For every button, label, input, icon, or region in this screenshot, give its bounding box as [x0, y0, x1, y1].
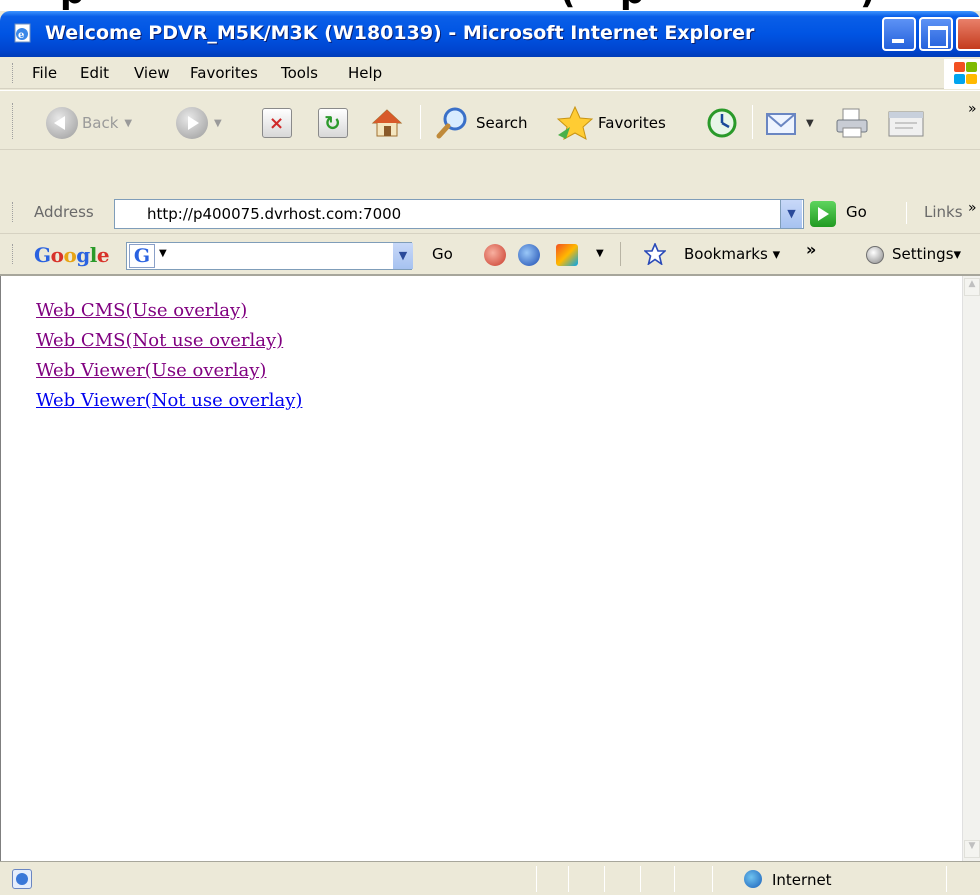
mail-button[interactable]: ▼ — [764, 103, 814, 143]
toolbar-separator — [752, 105, 753, 139]
google-go-button[interactable]: Go — [832, 245, 853, 263]
svg-text:e: e — [18, 30, 24, 41]
page-content: Web CMS(Use overlay) Web CMS(Not use over… — [0, 276, 962, 861]
edit-button[interactable] — [886, 103, 926, 143]
chevron-down-icon: ▼ — [214, 117, 222, 129]
globe-icon — [744, 870, 762, 888]
windows-logo-icon — [944, 59, 980, 89]
menu-tools[interactable]: Tools — [281, 64, 318, 82]
window-title: Welcome PDVR_M5K/M3K (W180139) - Microso… — [45, 22, 755, 44]
google-logo[interactable]: Google — [34, 243, 110, 267]
google-g-icon[interactable]: G — [129, 244, 155, 268]
status-divider — [674, 866, 675, 892]
favorites-button[interactable]: Favorites — [556, 103, 666, 143]
google-grip[interactable] — [12, 244, 14, 264]
links-button[interactable]: Links — [924, 203, 963, 221]
chevron-down-icon: ▼ — [806, 117, 814, 129]
security-zone-label: Internet — [772, 871, 832, 889]
google-toolbar: Google G ▼ ▼ Go — [0, 234, 980, 276]
scroll-up-icon[interactable]: ▲ — [964, 278, 980, 296]
status-divider — [712, 866, 713, 892]
address-input[interactable]: http://p400075.dvrhost.com:7000 — [114, 199, 804, 229]
page-link[interactable]: Web Viewer(Use overlay) — [36, 356, 302, 386]
ie-window: e Welcome PDVR_M5K/M3K (W180139) - Micro… — [0, 11, 980, 895]
status-divider — [604, 866, 605, 892]
status-divider — [946, 866, 947, 892]
minimize-icon[interactable] — [882, 17, 916, 51]
history-icon — [707, 108, 737, 138]
address-grip[interactable] — [12, 202, 14, 222]
search-label: Search — [476, 114, 528, 132]
menu-view[interactable]: View — [134, 64, 170, 82]
go-arrow-icon[interactable] — [810, 201, 836, 227]
favorites-star-icon — [556, 105, 594, 140]
address-separator — [906, 202, 907, 224]
stop-icon: × — [262, 108, 292, 138]
menu-file[interactable]: File — [32, 64, 57, 82]
chevron-down-icon: ▼ — [124, 117, 133, 129]
ie-page-icon: e — [14, 23, 31, 43]
menu-favorites[interactable]: Favorites — [190, 64, 258, 82]
close-icon[interactable] — [956, 17, 980, 51]
back-icon — [46, 107, 78, 139]
status-divider — [568, 866, 569, 892]
google-search-dropdown-icon[interactable]: ▼ — [795, 243, 815, 269]
status-divider — [536, 866, 537, 892]
back-button[interactable]: Back ▼ — [46, 103, 132, 143]
forward-icon — [176, 107, 208, 139]
chevron-down-icon[interactable]: ▼ — [159, 248, 167, 259]
toolbar-overflow-chevron-icon[interactable]: » — [968, 101, 977, 117]
print-icon — [836, 108, 868, 138]
stop-button[interactable]: × — [262, 103, 292, 143]
status-bar: Internet — [0, 861, 980, 895]
google-search-input[interactable]: G ▼ — [126, 242, 816, 270]
vertical-scrollbar[interactable]: ▲ ▼ — [962, 276, 980, 861]
address-label: Address — [34, 203, 94, 221]
page-link[interactable]: Web CMS(Not use overlay) — [36, 326, 302, 356]
search-button[interactable]: Search — [436, 103, 528, 143]
refresh-icon: ↻ — [318, 108, 348, 138]
favorites-label: Favorites — [598, 114, 666, 132]
title-bar[interactable]: e Welcome PDVR_M5K/M3K (W180139) - Micro… — [0, 11, 980, 57]
menu-help[interactable]: Help — [348, 64, 382, 82]
menu-bar: File Edit View Favorites Tools Help — [0, 57, 980, 89]
home-button[interactable] — [370, 103, 404, 143]
page-status-icon — [12, 869, 32, 889]
page-link[interactable]: Web CMS(Use overlay) — [36, 296, 302, 326]
scroll-down-icon[interactable]: ▼ — [964, 840, 980, 858]
back-label: Back — [82, 114, 119, 132]
forward-button[interactable]: ▼ — [176, 103, 222, 143]
history-button[interactable] — [704, 103, 740, 143]
page-link[interactable]: Web Viewer(Not use overlay) — [36, 386, 302, 416]
address-dropdown-icon[interactable]: ▼ — [780, 200, 802, 228]
print-button[interactable] — [834, 103, 870, 143]
status-divider — [640, 866, 641, 892]
standard-toolbar: Back ▼ ▼ × ↻ Search Favorites ▼ » — [0, 90, 980, 150]
address-bar: Address http://p400075.dvrhost.com:7000 … — [0, 192, 980, 234]
menu-grip[interactable] — [12, 63, 14, 83]
toolbar-grip[interactable] — [12, 103, 14, 139]
refresh-button[interactable]: ↻ — [318, 103, 348, 143]
toolbar-separator — [420, 105, 421, 139]
search-icon — [436, 107, 467, 139]
menu-edit[interactable]: Edit — [80, 64, 109, 82]
link-list: Web CMS(Use overlay) Web CMS(Not use over… — [36, 296, 302, 416]
go-button[interactable]: Go — [846, 203, 867, 221]
maximize-icon[interactable] — [919, 17, 953, 51]
edit-icon — [888, 111, 924, 137]
mail-icon — [766, 113, 796, 135]
links-overflow-chevron-icon[interactable]: » — [968, 200, 977, 216]
home-icon — [371, 109, 403, 137]
